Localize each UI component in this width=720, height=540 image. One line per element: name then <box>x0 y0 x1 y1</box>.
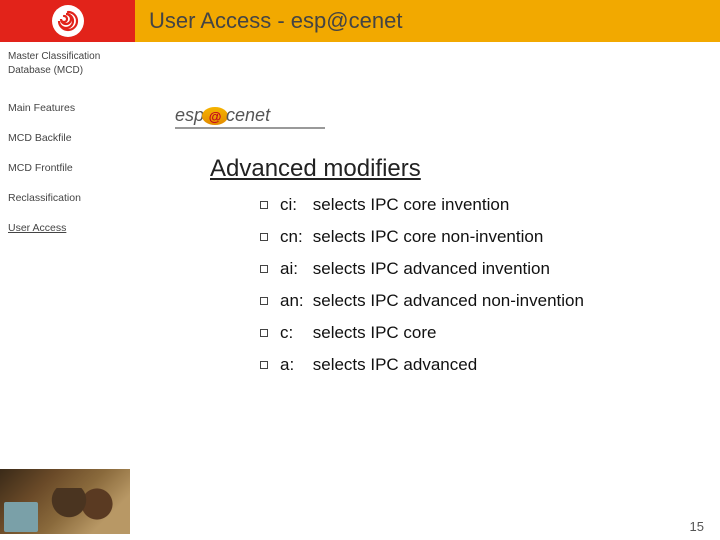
page-number: 15 <box>690 519 704 534</box>
section-heading: Advanced modifiers <box>210 155 421 183</box>
modifier-text: cn: selects IPC core non-invention <box>280 227 543 247</box>
list-item: c: selects IPC core <box>260 323 680 343</box>
espacenet-logo: esp@cenet <box>175 105 325 129</box>
sidebar-item-user-access[interactable]: User Access <box>8 222 128 234</box>
square-bullet-icon <box>260 201 268 209</box>
modifier-text: ai: selects IPC advanced invention <box>280 259 550 279</box>
footer-photo <box>0 469 130 534</box>
sidebar-title: Master Classification Database (MCD) <box>8 50 128 78</box>
square-bullet-icon <box>260 265 268 273</box>
sidebar-item-mcd-frontfile[interactable]: MCD Frontfile <box>8 162 128 174</box>
list-item: a: selects IPC advanced <box>260 355 680 375</box>
modifier-text: a: selects IPC advanced <box>280 355 477 375</box>
list-item: ai: selects IPC advanced invention <box>260 259 680 279</box>
modifier-list: ci: selects IPC core invention cn: selec… <box>260 195 680 387</box>
header-title-block: User Access - esp@cenet <box>135 0 720 42</box>
list-item: cn: selects IPC core non-invention <box>260 227 680 247</box>
modifier-text: c: selects IPC core <box>280 323 437 343</box>
sidebar-item-main-features[interactable]: Main Features <box>8 102 128 114</box>
list-item: an: selects IPC advanced non-invention <box>260 291 680 311</box>
square-bullet-icon <box>260 361 268 369</box>
modifier-text: ci: selects IPC core invention <box>280 195 509 215</box>
brand-underline <box>175 127 325 129</box>
sidebar-item-mcd-backfile[interactable]: MCD Backfile <box>8 132 128 144</box>
square-bullet-icon <box>260 297 268 305</box>
sidebar-item-reclassification[interactable]: Reclassification <box>8 192 128 204</box>
brand-suffix: net <box>245 105 270 125</box>
header-logo-block <box>0 0 135 42</box>
list-item: ci: selects IPC core invention <box>260 195 680 215</box>
square-bullet-icon <box>260 329 268 337</box>
square-bullet-icon <box>260 233 268 241</box>
brand-prefix: esp <box>175 105 204 125</box>
brand-mid: ce <box>226 105 245 125</box>
spiral-logo-icon <box>52 5 84 37</box>
modifier-text: an: selects IPC advanced non-invention <box>280 291 584 311</box>
at-icon: @ <box>202 107 228 125</box>
header: User Access - esp@cenet <box>0 0 720 42</box>
page-title: User Access - esp@cenet <box>149 8 402 34</box>
sidebar-title-line2: Database (MCD) <box>8 65 83 76</box>
sidebar-title-line1: Master Classification <box>8 51 100 62</box>
sidebar: Master Classification Database (MCD) Mai… <box>8 50 128 252</box>
